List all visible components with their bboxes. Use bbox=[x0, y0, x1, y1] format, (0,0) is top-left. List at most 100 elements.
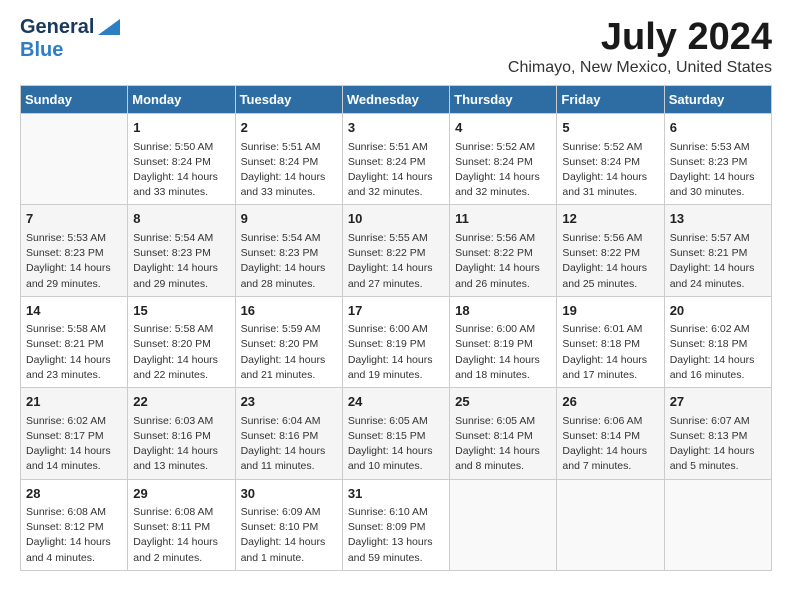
day-info: Sunrise: 5:52 AM Sunset: 8:24 PM Dayligh… bbox=[562, 140, 658, 201]
day-number: 18 bbox=[455, 301, 551, 321]
weekday-header: Tuesday bbox=[235, 86, 342, 114]
day-number: 23 bbox=[241, 392, 337, 412]
day-number: 31 bbox=[348, 484, 444, 504]
day-info: Sunrise: 6:08 AM Sunset: 8:11 PM Dayligh… bbox=[133, 505, 229, 566]
day-number: 3 bbox=[348, 118, 444, 138]
day-info: Sunrise: 6:06 AM Sunset: 8:14 PM Dayligh… bbox=[562, 414, 658, 475]
day-info: Sunrise: 6:05 AM Sunset: 8:15 PM Dayligh… bbox=[348, 414, 444, 475]
calendar-cell: 6Sunrise: 5:53 AM Sunset: 8:23 PM Daylig… bbox=[664, 114, 771, 205]
day-info: Sunrise: 6:00 AM Sunset: 8:19 PM Dayligh… bbox=[348, 322, 444, 383]
page-header: General Blue July 2024 Chimayo, New Mexi… bbox=[20, 16, 772, 77]
day-info: Sunrise: 5:51 AM Sunset: 8:24 PM Dayligh… bbox=[348, 140, 444, 201]
calendar-cell: 30Sunrise: 6:09 AM Sunset: 8:10 PM Dayli… bbox=[235, 479, 342, 570]
calendar-title: July 2024 bbox=[508, 16, 772, 59]
calendar-cell: 2Sunrise: 5:51 AM Sunset: 8:24 PM Daylig… bbox=[235, 114, 342, 205]
weekday-header: Saturday bbox=[664, 86, 771, 114]
title-section: July 2024 Chimayo, New Mexico, United St… bbox=[508, 16, 772, 77]
weekday-header: Friday bbox=[557, 86, 664, 114]
day-number: 27 bbox=[670, 392, 766, 412]
day-info: Sunrise: 6:08 AM Sunset: 8:12 PM Dayligh… bbox=[26, 505, 122, 566]
day-number: 29 bbox=[133, 484, 229, 504]
weekday-header: Monday bbox=[128, 86, 235, 114]
calendar-week-row: 7Sunrise: 5:53 AM Sunset: 8:23 PM Daylig… bbox=[21, 205, 772, 296]
calendar-cell: 13Sunrise: 5:57 AM Sunset: 8:21 PM Dayli… bbox=[664, 205, 771, 296]
calendar-cell: 18Sunrise: 6:00 AM Sunset: 8:19 PM Dayli… bbox=[450, 296, 557, 387]
day-info: Sunrise: 5:54 AM Sunset: 8:23 PM Dayligh… bbox=[241, 231, 337, 292]
day-info: Sunrise: 5:52 AM Sunset: 8:24 PM Dayligh… bbox=[455, 140, 551, 201]
day-number: 17 bbox=[348, 301, 444, 321]
calendar-cell bbox=[557, 479, 664, 570]
day-number: 21 bbox=[26, 392, 122, 412]
day-info: Sunrise: 6:10 AM Sunset: 8:09 PM Dayligh… bbox=[348, 505, 444, 566]
day-info: Sunrise: 5:56 AM Sunset: 8:22 PM Dayligh… bbox=[455, 231, 551, 292]
day-number: 16 bbox=[241, 301, 337, 321]
day-info: Sunrise: 5:55 AM Sunset: 8:22 PM Dayligh… bbox=[348, 231, 444, 292]
calendar-cell: 8Sunrise: 5:54 AM Sunset: 8:23 PM Daylig… bbox=[128, 205, 235, 296]
day-info: Sunrise: 6:00 AM Sunset: 8:19 PM Dayligh… bbox=[455, 322, 551, 383]
calendar-cell: 27Sunrise: 6:07 AM Sunset: 8:13 PM Dayli… bbox=[664, 388, 771, 479]
day-info: Sunrise: 5:57 AM Sunset: 8:21 PM Dayligh… bbox=[670, 231, 766, 292]
day-number: 26 bbox=[562, 392, 658, 412]
calendar-cell: 21Sunrise: 6:02 AM Sunset: 8:17 PM Dayli… bbox=[21, 388, 128, 479]
day-number: 22 bbox=[133, 392, 229, 412]
day-number: 20 bbox=[670, 301, 766, 321]
day-number: 28 bbox=[26, 484, 122, 504]
day-number: 15 bbox=[133, 301, 229, 321]
day-info: Sunrise: 5:54 AM Sunset: 8:23 PM Dayligh… bbox=[133, 231, 229, 292]
calendar-cell: 23Sunrise: 6:04 AM Sunset: 8:16 PM Dayli… bbox=[235, 388, 342, 479]
logo-general-text: General bbox=[20, 16, 94, 39]
calendar-week-row: 21Sunrise: 6:02 AM Sunset: 8:17 PM Dayli… bbox=[21, 388, 772, 479]
weekday-header: Thursday bbox=[450, 86, 557, 114]
day-number: 9 bbox=[241, 209, 337, 229]
day-info: Sunrise: 6:09 AM Sunset: 8:10 PM Dayligh… bbox=[241, 505, 337, 566]
day-info: Sunrise: 5:53 AM Sunset: 8:23 PM Dayligh… bbox=[26, 231, 122, 292]
day-number: 8 bbox=[133, 209, 229, 229]
calendar-cell: 7Sunrise: 5:53 AM Sunset: 8:23 PM Daylig… bbox=[21, 205, 128, 296]
calendar-cell: 24Sunrise: 6:05 AM Sunset: 8:15 PM Dayli… bbox=[342, 388, 449, 479]
day-info: Sunrise: 6:03 AM Sunset: 8:16 PM Dayligh… bbox=[133, 414, 229, 475]
calendar-week-row: 1Sunrise: 5:50 AM Sunset: 8:24 PM Daylig… bbox=[21, 114, 772, 205]
calendar-cell: 1Sunrise: 5:50 AM Sunset: 8:24 PM Daylig… bbox=[128, 114, 235, 205]
logo: General Blue bbox=[20, 16, 120, 62]
day-number: 6 bbox=[670, 118, 766, 138]
logo-icon bbox=[98, 19, 120, 35]
day-number: 1 bbox=[133, 118, 229, 138]
calendar-week-row: 28Sunrise: 6:08 AM Sunset: 8:12 PM Dayli… bbox=[21, 479, 772, 570]
day-number: 5 bbox=[562, 118, 658, 138]
calendar-cell: 17Sunrise: 6:00 AM Sunset: 8:19 PM Dayli… bbox=[342, 296, 449, 387]
day-info: Sunrise: 5:56 AM Sunset: 8:22 PM Dayligh… bbox=[562, 231, 658, 292]
calendar-cell: 10Sunrise: 5:55 AM Sunset: 8:22 PM Dayli… bbox=[342, 205, 449, 296]
weekday-header-row: SundayMondayTuesdayWednesdayThursdayFrid… bbox=[21, 86, 772, 114]
calendar-cell bbox=[450, 479, 557, 570]
calendar-cell: 29Sunrise: 6:08 AM Sunset: 8:11 PM Dayli… bbox=[128, 479, 235, 570]
calendar-cell: 12Sunrise: 5:56 AM Sunset: 8:22 PM Dayli… bbox=[557, 205, 664, 296]
calendar-cell bbox=[21, 114, 128, 205]
day-info: Sunrise: 6:02 AM Sunset: 8:17 PM Dayligh… bbox=[26, 414, 122, 475]
day-number: 13 bbox=[670, 209, 766, 229]
calendar-cell: 9Sunrise: 5:54 AM Sunset: 8:23 PM Daylig… bbox=[235, 205, 342, 296]
calendar-week-row: 14Sunrise: 5:58 AM Sunset: 8:21 PM Dayli… bbox=[21, 296, 772, 387]
day-number: 25 bbox=[455, 392, 551, 412]
calendar-table: SundayMondayTuesdayWednesdayThursdayFrid… bbox=[20, 85, 772, 571]
calendar-cell: 25Sunrise: 6:05 AM Sunset: 8:14 PM Dayli… bbox=[450, 388, 557, 479]
calendar-cell: 3Sunrise: 5:51 AM Sunset: 8:24 PM Daylig… bbox=[342, 114, 449, 205]
day-number: 14 bbox=[26, 301, 122, 321]
calendar-cell: 4Sunrise: 5:52 AM Sunset: 8:24 PM Daylig… bbox=[450, 114, 557, 205]
day-info: Sunrise: 5:58 AM Sunset: 8:21 PM Dayligh… bbox=[26, 322, 122, 383]
weekday-header: Sunday bbox=[21, 86, 128, 114]
calendar-cell: 19Sunrise: 6:01 AM Sunset: 8:18 PM Dayli… bbox=[557, 296, 664, 387]
day-number: 2 bbox=[241, 118, 337, 138]
day-number: 30 bbox=[241, 484, 337, 504]
day-info: Sunrise: 6:04 AM Sunset: 8:16 PM Dayligh… bbox=[241, 414, 337, 475]
day-info: Sunrise: 6:07 AM Sunset: 8:13 PM Dayligh… bbox=[670, 414, 766, 475]
day-info: Sunrise: 6:02 AM Sunset: 8:18 PM Dayligh… bbox=[670, 322, 766, 383]
calendar-cell: 28Sunrise: 6:08 AM Sunset: 8:12 PM Dayli… bbox=[21, 479, 128, 570]
day-info: Sunrise: 5:51 AM Sunset: 8:24 PM Dayligh… bbox=[241, 140, 337, 201]
calendar-cell: 22Sunrise: 6:03 AM Sunset: 8:16 PM Dayli… bbox=[128, 388, 235, 479]
day-info: Sunrise: 5:53 AM Sunset: 8:23 PM Dayligh… bbox=[670, 140, 766, 201]
calendar-cell: 31Sunrise: 6:10 AM Sunset: 8:09 PM Dayli… bbox=[342, 479, 449, 570]
calendar-cell: 26Sunrise: 6:06 AM Sunset: 8:14 PM Dayli… bbox=[557, 388, 664, 479]
logo-blue-text: Blue bbox=[20, 39, 63, 61]
calendar-cell bbox=[664, 479, 771, 570]
day-number: 11 bbox=[455, 209, 551, 229]
